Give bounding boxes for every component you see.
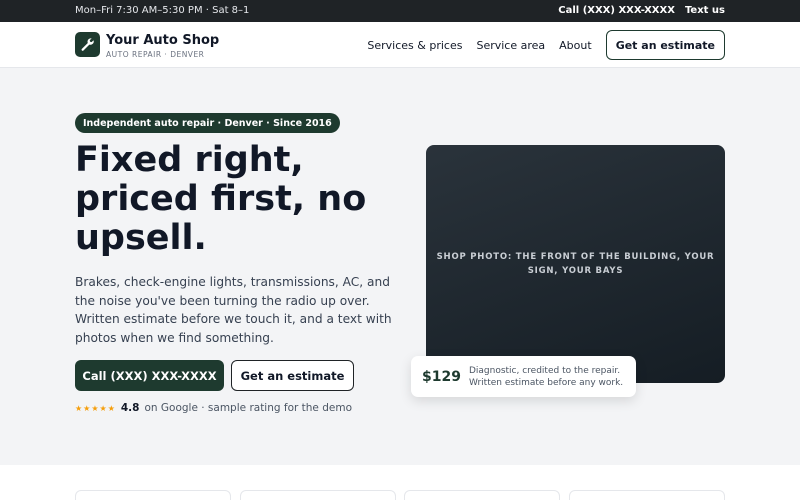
topbar-actions: Call (XXX) XXX-XXXX Text us bbox=[558, 5, 725, 16]
shop-photo-placeholder: Shop photo: the front of the building, y… bbox=[426, 145, 725, 383]
brand-name[interactable]: Your Auto Shop bbox=[106, 33, 219, 48]
price-card-line-2: Written estimate before any work. bbox=[468, 377, 624, 388]
nav-link-about[interactable]: About bbox=[559, 39, 592, 52]
photo-placeholder-label: Shop photo: the front of the building, y… bbox=[436, 252, 715, 276]
site-header: Your Auto Shop AUTO REPAIR · DENVER Serv… bbox=[0, 22, 800, 68]
service-card[interactable] bbox=[240, 490, 396, 500]
nav-link-service-area[interactable]: Service area bbox=[476, 39, 545, 52]
nav-link-services-prices[interactable]: Services & prices bbox=[367, 39, 462, 52]
star-rating-icon: ★★★★★ bbox=[75, 403, 116, 413]
google-rating: ★★★★★ 4.8 on Google · sample rating for … bbox=[75, 402, 352, 414]
main-nav: Services & prices Service area About Get… bbox=[353, 30, 725, 60]
hero-badge: Independent auto repair · Denver · Since… bbox=[75, 113, 340, 133]
price-card-line-1: Diagnostic, credited to the repair. bbox=[468, 365, 621, 376]
service-card[interactable] bbox=[75, 490, 231, 500]
hero-headline: Fixed right, priced first, no upsell. bbox=[75, 140, 367, 258]
hero-lead-text: Brakes, check-engine lights, transmissio… bbox=[75, 275, 392, 345]
call-button[interactable]: Call (XXX) XXX-XXXX bbox=[75, 360, 224, 391]
service-card[interactable] bbox=[569, 490, 725, 500]
diagnostic-price-card: $129 Diagnostic, credited to the repair.… bbox=[411, 356, 636, 397]
nav-estimate-button[interactable]: Get an estimate bbox=[605, 30, 725, 60]
topbar-call-link[interactable]: Call (XXX) XXX-XXXX bbox=[558, 5, 675, 16]
top-info-bar: Mon–Fri 7:30 AM–5:30 PM · Sat 8–1 Call (… bbox=[0, 0, 800, 22]
topbar-text-link[interactable]: Text us bbox=[685, 5, 725, 16]
business-hours: Mon–Fri 7:30 AM–5:30 PM · Sat 8–1 bbox=[75, 5, 250, 16]
price-card-description: Diagnostic, credited to the repair. Writ… bbox=[469, 365, 623, 389]
brand-tagline: AUTO REPAIR · DENVER bbox=[106, 50, 205, 59]
service-card[interactable] bbox=[404, 490, 560, 500]
rating-text: on Google · sample rating for the demo bbox=[144, 402, 353, 414]
estimate-button[interactable]: Get an estimate bbox=[231, 360, 354, 391]
rating-score: 4.8 bbox=[120, 402, 140, 414]
diagnostic-price: $129 bbox=[422, 368, 461, 385]
wrench-icon[interactable] bbox=[75, 32, 100, 57]
